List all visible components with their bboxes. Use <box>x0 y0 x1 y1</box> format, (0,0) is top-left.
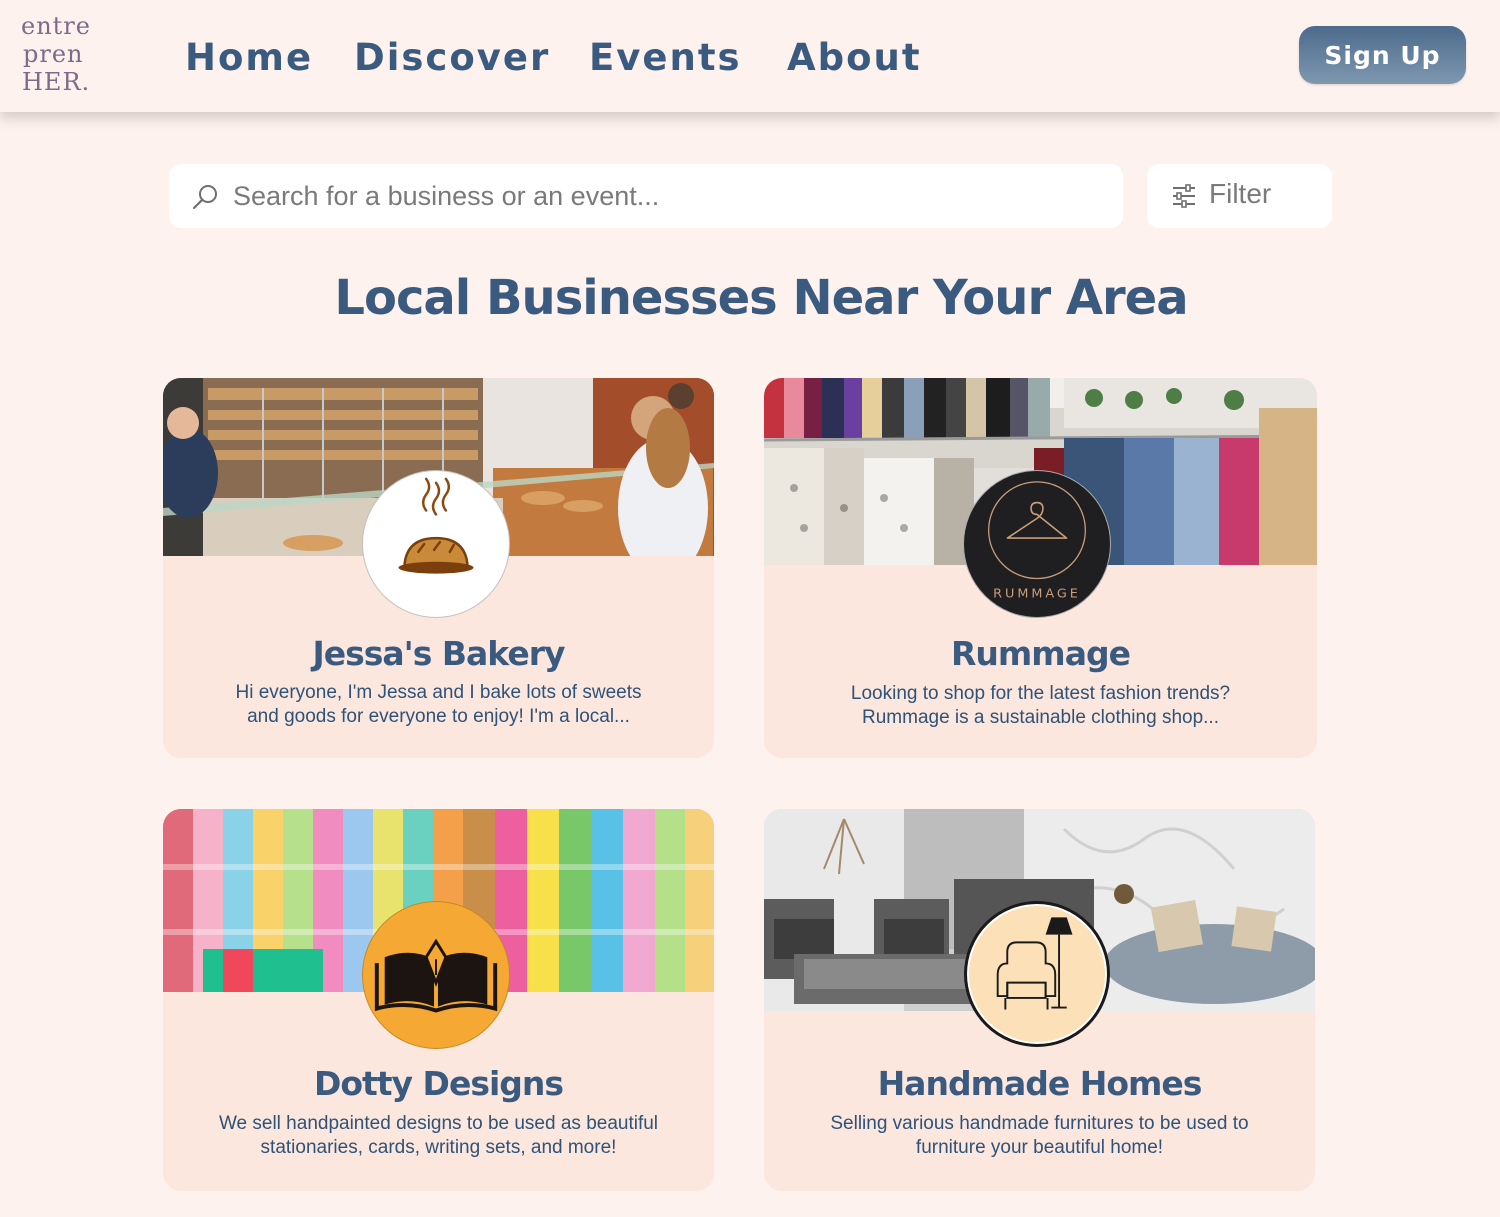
description-line: Rummage is a sustainable clothing shop..… <box>862 707 1219 728</box>
nav-discover[interactable]: Discover <box>354 36 550 79</box>
nav-events[interactable]: Events <box>589 36 742 79</box>
business-description: Looking to shop for the latest fashion t… <box>851 682 1230 730</box>
sliders-icon <box>1173 184 1195 208</box>
business-name: Dotty Designs <box>313 1064 564 1103</box>
nav-home[interactable]: Home <box>185 36 313 79</box>
logo-line-3: HER. <box>22 68 91 96</box>
description-line: Selling various handmade furnitures to b… <box>830 1113 1249 1134</box>
filter-label: Filter <box>1209 178 1272 209</box>
business-card-rummage[interactable]: RUMMAGE Rummage Looking to shop for the … <box>764 378 1317 758</box>
business-description: Hi everyone, I'm Jessa and I bake lots o… <box>236 681 642 729</box>
search-icon <box>192 185 217 210</box>
business-card-dotty-designs[interactable]: Dotty Designs We sell handpainted design… <box>163 809 714 1191</box>
armchair-icon <box>996 917 1073 1010</box>
business-name: Handmade Homes <box>877 1064 1203 1103</box>
rummage-logo-text: RUMMAGE <box>993 586 1081 601</box>
page-title: Local Businesses Near Your Area <box>334 270 1188 326</box>
description-line: stationaries, cards, writing sets, and m… <box>260 1137 617 1158</box>
description-line: Looking to shop for the latest fashion t… <box>850 683 1231 704</box>
nav-about[interactable]: About <box>787 36 922 79</box>
bread-icon <box>398 477 474 574</box>
hanger-icon: RUMMAGE <box>988 481 1086 601</box>
sign-up-button[interactable]: Sign Up <box>1299 26 1466 84</box>
business-description: We sell handpainted designs to be used a… <box>219 1112 658 1160</box>
description-line: Hi everyone, I'm Jessa and I bake lots o… <box>235 682 642 703</box>
logo-line-2: pren <box>23 40 84 68</box>
top-nav-bar: entre pren HER. Home Discover Events Abo… <box>0 0 1500 112</box>
book-pen-icon <box>374 938 498 1013</box>
business-name: Rummage <box>951 634 1131 673</box>
description-line: and goods for everyone to enjoy! I'm a l… <box>247 706 630 727</box>
business-card-jessas-bakery[interactable]: Jessa's Bakery Hi everyone, I'm Jessa an… <box>163 378 714 758</box>
dotty-designs-logo <box>362 901 510 1049</box>
search-input[interactable] <box>233 174 1093 218</box>
bakery-logo <box>362 470 510 618</box>
business-description: Selling various handmade furnitures to b… <box>830 1112 1248 1160</box>
description-line: furniture your beautiful home! <box>915 1137 1164 1158</box>
handmade-homes-logo <box>964 901 1110 1047</box>
search-bar[interactable] <box>169 164 1123 228</box>
rummage-logo: RUMMAGE <box>963 470 1111 618</box>
filter-button[interactable]: Filter <box>1147 164 1332 228</box>
description-line: We sell handpainted designs to be used a… <box>218 1113 659 1134</box>
business-name: Jessa's Bakery <box>312 634 565 673</box>
logo-line-1: entre <box>21 12 91 40</box>
entreprenher-logo[interactable]: entre pren HER. <box>21 12 91 96</box>
business-card-handmade-homes[interactable]: Handmade Homes Selling various handmade … <box>764 809 1315 1191</box>
